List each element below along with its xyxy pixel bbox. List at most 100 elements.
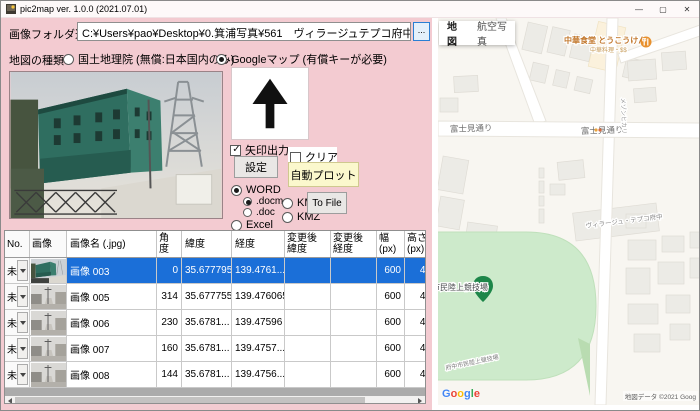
latitude-cell[interactable]: 35.677755: [182, 284, 232, 309]
auto-plot-button[interactable]: 自動プロット: [288, 162, 359, 187]
height-cell[interactable]: 45: [405, 336, 426, 361]
latitude-cell[interactable]: 35.6781...: [182, 310, 232, 335]
radio-google-label: Googleマップ (有償キーが必要): [231, 51, 387, 67]
maximize-icon[interactable]: ▢: [651, 1, 675, 18]
column-header-lng2[interactable]: 変更後 経度: [331, 231, 377, 257]
thumbnail-cell[interactable]: [30, 310, 67, 335]
column-header-image[interactable]: 画像: [30, 231, 67, 257]
thumbnail-cell[interactable]: [30, 258, 67, 283]
width-cell[interactable]: 600: [377, 258, 405, 283]
width-cell[interactable]: 600: [377, 284, 405, 309]
google-logo[interactable]: Google: [442, 388, 480, 400]
new-longitude-cell[interactable]: [331, 284, 377, 309]
radio-gsi[interactable]: 国土地理院 (無償:日本国内のみ): [63, 51, 234, 67]
thumbnail-cell[interactable]: [30, 284, 67, 309]
latitude-cell[interactable]: 35.6781...: [182, 362, 232, 387]
table-row[interactable]: 未: [5, 336, 425, 362]
map-canvas[interactable]: 地図 航空写真: [438, 18, 700, 405]
image-name-cell[interactable]: 画像 003: [67, 258, 157, 283]
map-type-control[interactable]: 地図 航空写真: [439, 21, 515, 45]
status-dropdown-button[interactable]: [17, 286, 28, 307]
map-type-satellite[interactable]: 航空写真: [477, 18, 515, 48]
new-latitude-cell[interactable]: [285, 258, 331, 283]
new-longitude-cell[interactable]: [331, 336, 377, 361]
map-type-map[interactable]: 地図: [447, 18, 466, 48]
angle-cell[interactable]: 314: [157, 284, 182, 309]
latitude-cell[interactable]: 35.6781...: [182, 336, 232, 361]
longitude-cell[interactable]: 139.4757...: [232, 336, 285, 361]
new-latitude-cell[interactable]: [285, 336, 331, 361]
new-latitude-cell[interactable]: [285, 284, 331, 309]
height-cell[interactable]: 45: [405, 362, 426, 387]
column-header-no[interactable]: No.: [5, 231, 30, 257]
status-dropdown-button[interactable]: [17, 338, 28, 359]
new-longitude-cell[interactable]: [331, 258, 377, 283]
column-header-width[interactable]: 幅 (px): [377, 231, 405, 257]
column-header-lat2[interactable]: 変更後 緯度: [285, 231, 331, 257]
height-cell[interactable]: 45: [405, 284, 426, 309]
browse-button[interactable]: ...: [413, 22, 430, 41]
column-header-angle[interactable]: 角 度: [157, 231, 182, 257]
thumbnail-cell[interactable]: [30, 336, 67, 361]
column-header-height[interactable]: 高さ (px): [405, 231, 426, 257]
thumbnail-cell[interactable]: [30, 362, 67, 387]
settings-button[interactable]: 設定: [234, 156, 278, 178]
restaurant-icon[interactable]: [641, 37, 652, 48]
status-cell[interactable]: 未: [5, 336, 30, 361]
angle-cell[interactable]: 144: [157, 362, 182, 387]
column-header-lng[interactable]: 経度: [232, 231, 285, 257]
longitude-cell[interactable]: 139.476065: [232, 284, 285, 309]
column-header-name[interactable]: 画像名 (.jpg): [67, 231, 157, 257]
height-cell[interactable]: 45: [405, 258, 426, 283]
folder-path-input[interactable]: C:¥Users¥pao¥Desktop¥0.箕浦写真¥561 ヴィラージュテプ…: [77, 22, 411, 41]
minimize-icon[interactable]: —: [627, 1, 651, 18]
image-name-cell[interactable]: 画像 005: [67, 284, 157, 309]
longitude-cell[interactable]: 139.4761...: [232, 258, 285, 283]
radio-docm[interactable]: .docm: [243, 196, 283, 207]
longitude-cell[interactable]: 139.47596: [232, 310, 285, 335]
angle-cell[interactable]: 160: [157, 336, 182, 361]
image-name-cell[interactable]: 画像 008: [67, 362, 157, 387]
radio-google[interactable]: Googleマップ (有償キーが必要): [216, 51, 387, 67]
image-name-cell[interactable]: 画像 006: [67, 310, 157, 335]
status-cell[interactable]: 未: [5, 310, 30, 335]
angle-cell[interactable]: 0: [157, 258, 182, 283]
scroll-right-icon[interactable]: [415, 396, 425, 404]
status-label: 未: [7, 315, 17, 330]
radio-word[interactable]: WORD: [231, 184, 281, 196]
status-dropdown-button[interactable]: [17, 312, 28, 333]
status-dropdown-button[interactable]: [17, 260, 28, 281]
table-row[interactable]: 未: [5, 258, 425, 284]
map-image[interactable]: 富士見通り 富士見通り 中華食堂 とうこうけん 中華料理・$$ メゾンヒカリ ヴ…: [438, 18, 700, 405]
new-longitude-cell[interactable]: [331, 310, 377, 335]
status-cell[interactable]: 未: [5, 284, 30, 309]
to-file-button[interactable]: To File: [307, 192, 347, 214]
status-dropdown-button[interactable]: [17, 364, 28, 385]
latitude-cell[interactable]: 35.677795: [182, 258, 232, 283]
column-header-lat[interactable]: 緯度: [182, 231, 232, 257]
stadium-field[interactable]: [438, 232, 596, 380]
poi-restaurant-name[interactable]: 中華食堂 とうこうけん: [564, 35, 646, 45]
image-name-cell[interactable]: 画像 007: [67, 336, 157, 361]
angle-cell[interactable]: 230: [157, 310, 182, 335]
stadium-label[interactable]: 府中市民陸上競技場: [438, 282, 488, 292]
new-longitude-cell[interactable]: [331, 362, 377, 387]
scroll-left-icon[interactable]: [5, 396, 15, 404]
table-row[interactable]: 未: [5, 310, 425, 336]
table-row[interactable]: 未: [5, 284, 425, 310]
status-cell[interactable]: 未: [5, 362, 30, 387]
close-icon[interactable]: ✕: [675, 1, 699, 18]
radio-doc[interactable]: .doc: [243, 207, 275, 218]
status-cell[interactable]: 未: [5, 258, 30, 283]
table-row[interactable]: 未: [5, 362, 425, 388]
new-latitude-cell[interactable]: [285, 310, 331, 335]
poi-restaurant-category[interactable]: 中華料理・$$: [590, 46, 627, 54]
width-cell[interactable]: 600: [377, 336, 405, 361]
horizontal-scrollbar[interactable]: [5, 396, 425, 404]
new-latitude-cell[interactable]: [285, 362, 331, 387]
width-cell[interactable]: 600: [377, 310, 405, 335]
longitude-cell[interactable]: 139.4756...: [232, 362, 285, 387]
width-cell[interactable]: 600: [377, 362, 405, 387]
height-cell[interactable]: 45: [405, 310, 426, 335]
scrollbar-thumb[interactable]: [15, 397, 365, 404]
